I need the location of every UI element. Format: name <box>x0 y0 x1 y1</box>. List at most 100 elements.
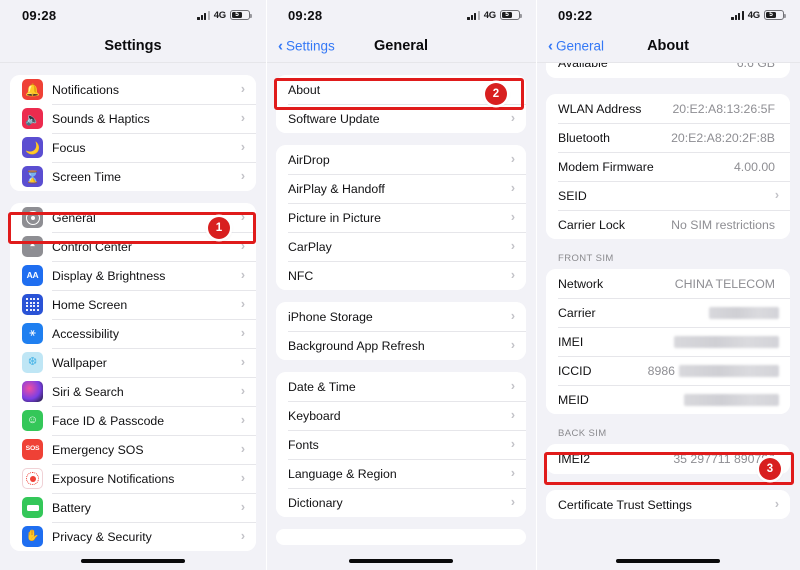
sidebar-item-privacy-security[interactable]: ✋ Privacy & Security › <box>10 522 256 551</box>
row-label: Accessibility <box>52 326 119 341</box>
list-item-wlan-address[interactable]: WLAN Address 20:E2:A8:13:26:5F <box>546 94 790 123</box>
general-group-1: About Software Update › <box>276 75 526 133</box>
chevron-right-icon: › <box>510 239 515 254</box>
chevron-right-icon: › <box>510 408 515 423</box>
list-item-imei2[interactable]: IMEI2 35 297711 890796 <box>546 444 790 474</box>
row-value: CHINA TELECOM <box>674 276 775 291</box>
list-item-keyboard[interactable]: Keyboard › <box>276 401 526 430</box>
list-item-nfc[interactable]: NFC › <box>276 261 526 290</box>
sidebar-item-focus[interactable]: 🌙 Focus › <box>10 133 256 162</box>
chevron-right-icon: › <box>510 268 515 283</box>
home-screen-grid-icon <box>22 294 43 315</box>
list-item-fonts[interactable]: Fonts › <box>276 430 526 459</box>
back-button-general[interactable]: ‹ General <box>548 38 604 54</box>
sidebar-item-exposure-notifications[interactable]: Exposure Notifications › <box>10 464 256 493</box>
home-indicator <box>349 559 453 563</box>
back-button-settings[interactable]: ‹ Settings <box>278 38 335 54</box>
chevron-right-icon: › <box>240 355 245 370</box>
row-label: Face ID & Passcode <box>52 413 165 428</box>
list-item-airdrop[interactable]: AirDrop › <box>276 145 526 174</box>
nav-divider <box>266 62 536 63</box>
list-item-meid[interactable]: MEID <box>546 385 790 414</box>
row-label: Language & Region <box>288 466 397 481</box>
list-item-modem-firmware[interactable]: Modem Firmware 4.00.00 <box>546 152 790 181</box>
chevron-right-icon: › <box>240 442 245 457</box>
list-item-picture-in-picture[interactable]: Picture in Picture › <box>276 203 526 232</box>
sidebar-item-face-id-passcode[interactable]: ☺ Face ID & Passcode › <box>10 406 256 435</box>
chevron-right-icon: › <box>510 379 515 394</box>
list-item-certificate-trust-settings[interactable]: Certificate Trust Settings › <box>546 490 790 519</box>
row-label: Picture in Picture <box>288 210 381 225</box>
list-item-imei[interactable]: IMEI <box>546 327 790 356</box>
chevron-right-icon: › <box>240 297 245 312</box>
sidebar-item-siri-search[interactable]: Siri & Search › <box>10 377 256 406</box>
row-label: Notifications <box>52 82 119 97</box>
sidebar-item-emergency-sos[interactable]: SOS Emergency SOS › <box>10 435 256 464</box>
row-label: ICCID <box>558 363 592 378</box>
settings-list[interactable]: 🔔 Notifications › 🔈 Sounds & Haptics › 🌙… <box>0 75 266 570</box>
chevron-right-icon: › <box>240 413 245 428</box>
list-item-background-app-refresh[interactable]: Background App Refresh › <box>276 331 526 360</box>
row-label: Privacy & Security <box>52 529 152 544</box>
battery-icon: 5 <box>500 10 522 20</box>
panel-divider-1 <box>266 0 267 570</box>
page-title: General <box>374 38 428 54</box>
step-badge-1: 1 <box>208 217 230 239</box>
general-group-2: AirDrop › AirPlay & Handoff › Picture in… <box>276 145 526 290</box>
about-group-front-sim: Network CHINA TELECOM Carrier IMEI ICCID… <box>546 269 790 414</box>
battery-level-label: 5 <box>769 10 773 18</box>
network-type-label: 4G <box>213 9 226 21</box>
row-label: Date & Time <box>288 379 356 394</box>
about-list[interactable]: Available 6.6 GB WLAN Address 20:E2:A8:1… <box>536 63 800 570</box>
sidebar-item-screen-time[interactable]: ⌛ Screen Time › <box>10 162 256 191</box>
list-item-available[interactable]: Available 6.6 GB <box>546 63 790 70</box>
exposure-notifications-icon <box>22 468 43 489</box>
chevron-right-icon: › <box>240 140 245 155</box>
list-item-carplay[interactable]: CarPlay › <box>276 232 526 261</box>
general-group-4: Date & Time › Keyboard › Fonts › Languag… <box>276 372 526 517</box>
cellular-signal-icon <box>731 10 744 20</box>
row-label: Exposure Notifications <box>52 471 175 486</box>
display-brightness-icon: AA <box>22 265 43 286</box>
list-item-software-update[interactable]: Software Update › <box>276 104 526 133</box>
list-item-airplay-handoff[interactable]: AirPlay & Handoff › <box>276 174 526 203</box>
sidebar-item-accessibility[interactable]: ⚹ Accessibility › <box>10 319 256 348</box>
battery-icon: 5 <box>764 10 786 20</box>
row-label: SEID <box>558 188 587 203</box>
redacted-value <box>684 393 779 406</box>
sidebar-item-notifications[interactable]: 🔔 Notifications › <box>10 75 256 104</box>
chevron-right-icon: › <box>510 437 515 452</box>
list-item-seid[interactable]: SEID › <box>546 181 790 210</box>
chevron-right-icon: › <box>240 268 245 283</box>
redacted-value <box>709 306 779 319</box>
chevron-right-icon: › <box>240 169 245 184</box>
list-item-carrier[interactable]: Carrier <box>546 298 790 327</box>
row-label: NFC <box>288 268 314 283</box>
row-label: Home Screen <box>52 297 128 312</box>
row-label: AirDrop <box>288 152 330 167</box>
row-label: CarPlay <box>288 239 332 254</box>
row-label: Emergency SOS <box>52 442 144 457</box>
sounds-speaker-icon: 🔈 <box>22 108 43 129</box>
list-item-date-time[interactable]: Date & Time › <box>276 372 526 401</box>
sidebar-item-wallpaper[interactable]: ❆ Wallpaper › <box>10 348 256 377</box>
list-item-bluetooth[interactable]: Bluetooth 20:E2:A8:20:2F:8B <box>546 123 790 152</box>
sidebar-item-display-brightness[interactable]: AA Display & Brightness › <box>10 261 256 290</box>
sidebar-item-home-screen[interactable]: Home Screen › <box>10 290 256 319</box>
redacted-value <box>674 335 779 348</box>
list-item-iccid[interactable]: ICCID 8986 <box>546 356 790 385</box>
list-item-carrier-lock[interactable]: Carrier Lock No SIM restrictions <box>546 210 790 239</box>
list-item-language-region[interactable]: Language & Region › <box>276 459 526 488</box>
sidebar-item-sounds-haptics[interactable]: 🔈 Sounds & Haptics › <box>10 104 256 133</box>
general-list[interactable]: About Software Update › AirDrop › AirPla… <box>266 75 536 570</box>
general-group-3: iPhone Storage › Background App Refresh … <box>276 302 526 360</box>
list-item-dictionary[interactable]: Dictionary › <box>276 488 526 517</box>
status-time: 09:22 <box>558 7 593 23</box>
battery-app-icon <box>22 497 43 518</box>
list-item-network[interactable]: Network CHINA TELECOM <box>546 269 790 298</box>
battery-icon: 5 <box>230 10 252 20</box>
panel-settings: 09:28 4G 5 Settings 🔔 Notifications › 🔈 … <box>0 0 266 570</box>
list-item-iphone-storage[interactable]: iPhone Storage › <box>276 302 526 331</box>
row-value: 20:E2:A8:20:2F:8B <box>671 130 775 145</box>
sidebar-item-battery[interactable]: Battery › <box>10 493 256 522</box>
